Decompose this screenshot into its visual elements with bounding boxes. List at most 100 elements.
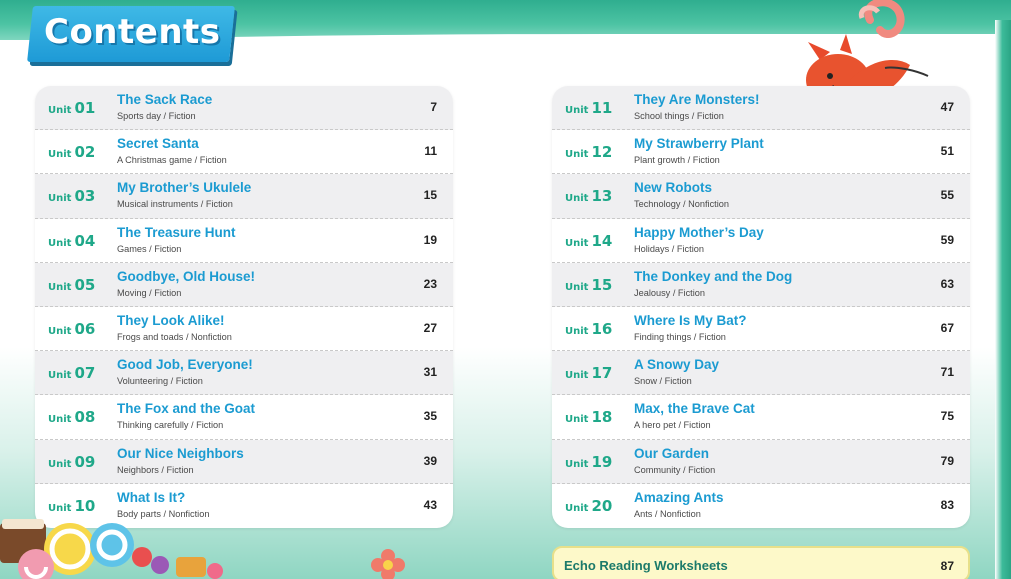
unit-prefix: Unit — [48, 237, 72, 249]
unit-prefix: Unit — [48, 414, 72, 426]
unit-prefix: Unit — [565, 193, 589, 205]
unit-prefix: Unit — [48, 458, 72, 470]
story-subtitle: Games / Fiction — [117, 243, 182, 254]
list-item[interactable]: Unit 04 The Treasure Hunt Games / Fiction… — [35, 219, 453, 263]
page-number: 71 — [940, 365, 954, 380]
story-subtitle: Neighbors / Fiction — [117, 464, 194, 475]
list-item[interactable]: Unit 03 My Brother’s Ukulele Musical inst… — [35, 174, 453, 219]
story-subtitle: Holidays / Fiction — [634, 243, 704, 254]
page-number: 11 — [424, 144, 437, 159]
list-item[interactable]: Unit 19 Our Garden Community / Fiction 79 — [552, 439, 970, 484]
page-number: 59 — [940, 232, 954, 247]
unit-prefix: Unit — [48, 281, 72, 293]
page-number: 55 — [940, 188, 954, 203]
unit-prefix: Unit — [565, 149, 589, 161]
unit-number: 05 — [74, 275, 96, 294]
contents-list-right: Unit 11 They Are Monsters! School things … — [552, 86, 970, 528]
unit-number: 20 — [591, 496, 613, 515]
story-title: Amazing Ants — [634, 489, 724, 505]
story-subtitle: Community / Fiction — [634, 464, 716, 475]
list-item[interactable]: Unit 07 Good Job, Everyone! Volunteering … — [35, 351, 453, 396]
list-item[interactable]: Unit 02 Secret Santa A Christmas game / F… — [35, 130, 453, 175]
story-title: Max, the Brave Cat — [634, 401, 755, 417]
unit-number: 19 — [591, 452, 613, 471]
list-item[interactable]: Unit 13 New Robots Technology / Nonfictio… — [552, 174, 970, 219]
unit-number: 09 — [74, 452, 96, 471]
story-subtitle: A Christmas game / Fiction — [117, 155, 227, 166]
story-subtitle: Finding things / Fiction — [634, 331, 726, 342]
unit-prefix: Unit — [565, 458, 589, 470]
list-item[interactable]: Unit 06 They Look Alike! Frogs and toads … — [35, 307, 453, 352]
page-number: 27 — [423, 320, 437, 335]
story-title: They Look Alike! — [117, 312, 225, 328]
list-item[interactable]: Unit 05 Goodbye, Old House! Moving / Fict… — [35, 262, 453, 307]
story-title: Goodbye, Old House! — [117, 268, 256, 284]
unit-number: 07 — [74, 364, 96, 383]
page-number: 7 — [430, 100, 437, 114]
unit-number: 02 — [74, 143, 96, 162]
unit-number: 06 — [74, 319, 96, 338]
story-subtitle: Ants / Nonfiction — [634, 508, 701, 519]
unit-prefix: Unit — [565, 281, 589, 293]
page-title: Contents — [44, 12, 221, 52]
list-item[interactable]: Unit 09 Our Nice Neighbors Neighbors / Fi… — [35, 439, 453, 484]
page-number: 83 — [940, 497, 954, 512]
story-title: My Brother’s Ukulele — [117, 180, 252, 196]
list-item[interactable]: Unit 01 The Sack Race Sports day / Fictio… — [35, 86, 453, 131]
unit-number: 17 — [591, 364, 613, 383]
story-subtitle: Jealousy / Fiction — [634, 287, 705, 298]
unit-number: 08 — [74, 408, 96, 427]
page-number: 67 — [940, 320, 954, 335]
unit-prefix: Unit — [565, 502, 589, 514]
unit-number: 18 — [591, 408, 613, 427]
worksheets-label: Echo Reading Worksheets — [564, 558, 728, 573]
story-subtitle: Snow / Fiction — [634, 376, 692, 387]
story-title: The Donkey and the Dog — [634, 268, 793, 284]
story-title: Happy Mother’s Day — [634, 224, 764, 240]
unit-number: 04 — [74, 231, 96, 250]
unit-prefix: Unit — [48, 370, 72, 382]
unit-prefix: Unit — [565, 414, 589, 426]
story-subtitle: Frogs and toads / Nonfiction — [117, 331, 232, 342]
list-item[interactable]: Unit 14 Happy Mother’s Day Holidays / Fic… — [552, 219, 970, 263]
story-subtitle: A hero pet / Fiction — [634, 420, 711, 431]
unit-number: 13 — [591, 187, 613, 206]
list-item[interactable]: Unit 20 Amazing Ants Ants / Nonfiction 83 — [552, 484, 970, 528]
list-item[interactable]: Unit 11 They Are Monsters! School things … — [552, 86, 970, 131]
list-item[interactable]: Unit 18 Max, the Brave Cat A hero pet / F… — [552, 395, 970, 440]
page-number: 19 — [423, 232, 437, 247]
list-item[interactable]: Unit 12 My Strawberry Plant Plant growth … — [552, 130, 970, 175]
page-number: 51 — [940, 144, 954, 159]
story-subtitle: Technology / Nonfiction — [634, 199, 729, 210]
story-title: Our Nice Neighbors — [117, 445, 244, 461]
unit-prefix: Unit — [48, 105, 72, 116]
story-title: The Sack Race — [117, 92, 213, 107]
unit-prefix: Unit — [565, 237, 589, 249]
page-number: 39 — [423, 453, 437, 468]
unit-number: 01 — [74, 99, 96, 117]
worksheets-item[interactable]: Echo Reading Worksheets 87 — [552, 546, 970, 579]
list-item[interactable]: Unit 08 The Fox and the Goat Thinking car… — [35, 395, 453, 440]
list-item[interactable]: Unit 15 The Donkey and the Dog Jealousy /… — [552, 262, 970, 307]
story-subtitle: Volunteering / Fiction — [117, 376, 203, 387]
unit-number: 03 — [74, 187, 96, 206]
story-title: Secret Santa — [117, 136, 199, 152]
unit-number: 12 — [591, 143, 613, 162]
page-edge — [995, 20, 1011, 579]
page-number: 79 — [940, 453, 954, 468]
story-title: The Fox and the Goat — [117, 401, 256, 417]
story-title: New Robots — [634, 180, 713, 196]
contents-list-left: Unit 01 The Sack Race Sports day / Fictio… — [35, 86, 453, 528]
story-subtitle: School things / Fiction — [634, 111, 724, 121]
unit-prefix: Unit — [48, 325, 72, 337]
story-title: Good Job, Everyone! — [117, 357, 253, 373]
story-title: Where Is My Bat? — [634, 312, 747, 328]
story-title: A Snowy Day — [634, 357, 720, 373]
list-item[interactable]: Unit 16 Where Is My Bat? Finding things /… — [552, 307, 970, 352]
list-item[interactable]: Unit 17 A Snowy Day Snow / Fiction 71 — [552, 351, 970, 396]
page-number: 23 — [423, 276, 437, 291]
flower-illustration — [371, 549, 405, 579]
page-number: 87 — [940, 559, 954, 573]
unit-number: 14 — [591, 231, 613, 250]
story-subtitle: Plant growth / Fiction — [634, 155, 720, 166]
